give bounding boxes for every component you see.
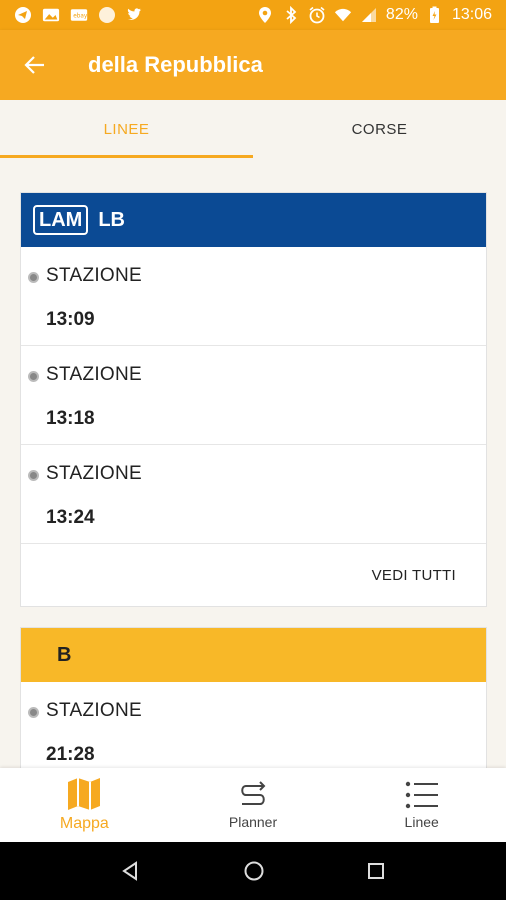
app-bar: della Repubblica	[0, 30, 506, 100]
line-header: LAM LB	[21, 193, 486, 247]
line-card-b: B STAZIONE 21:28	[20, 627, 487, 768]
image-icon	[42, 6, 60, 24]
stop-dot-icon	[28, 707, 39, 718]
line-header: B	[21, 628, 486, 682]
signal-icon	[360, 6, 378, 24]
nav-label: Mappa	[59, 815, 109, 832]
back-arrow-icon	[24, 56, 44, 74]
stop-dot-icon	[28, 272, 39, 283]
stop-dot-icon	[28, 470, 39, 481]
battery-percent: 82%	[385, 6, 418, 23]
line-code: B	[57, 643, 72, 666]
departure-time: 13:09	[46, 309, 95, 330]
departure-time: 13:18	[46, 408, 95, 429]
lam-badge: LAM	[33, 205, 89, 235]
departure-time: 21:28	[46, 744, 95, 765]
departure-time: 13:24	[46, 507, 95, 528]
nav-mappa[interactable]: Mappa	[0, 768, 169, 842]
clock: 13:06	[451, 6, 492, 23]
nav-planner[interactable]: Planner	[169, 768, 338, 842]
bottom-navigation: Mappa Planner Linee	[0, 768, 506, 842]
location-icon	[256, 6, 274, 24]
destination: STAZIONE	[46, 265, 142, 286]
wifi-icon	[334, 6, 352, 24]
bluetooth-icon	[282, 6, 300, 24]
system-navigation-bar	[0, 842, 506, 900]
tab-corse[interactable]: CORSE	[253, 100, 506, 158]
departure-row[interactable]: STAZIONE 13:24	[21, 445, 486, 544]
nav-label: Linee	[404, 814, 439, 830]
map-icon	[68, 778, 101, 810]
alarm-icon	[308, 6, 326, 24]
nav-linee[interactable]: Linee	[337, 768, 506, 842]
card-footer: VEDI TUTTI	[21, 544, 486, 606]
recents-square-icon[interactable]	[367, 862, 385, 880]
tab-bar: LINEE CORSE	[0, 100, 506, 158]
line-code: LB	[98, 208, 125, 231]
see-all-button[interactable]: VEDI TUTTI	[372, 567, 456, 584]
twitter-icon	[126, 6, 144, 24]
stop-lines-list[interactable]: LAM LB STAZIONE 13:09 STAZIONE 13:18 STA…	[0, 158, 506, 768]
destination: STAZIONE	[46, 364, 142, 385]
status-bar: ebay 82% 13:06	[0, 0, 506, 30]
destination: STAZIONE	[46, 463, 142, 484]
departure-row[interactable]: STAZIONE 21:28	[21, 682, 486, 768]
telegram-icon	[14, 6, 32, 24]
departure-row[interactable]: STAZIONE 13:09	[21, 247, 486, 346]
nav-label: Planner	[228, 814, 278, 830]
back-triangle-icon[interactable]	[121, 861, 141, 881]
back-button[interactable]	[0, 30, 70, 100]
svg-text:ebay: ebay	[73, 13, 88, 19]
line-card-lb: LAM LB STAZIONE 13:09 STAZIONE 13:18 STA…	[20, 192, 487, 607]
route-icon	[241, 781, 266, 805]
battery-charging-icon	[426, 6, 444, 24]
list-icon	[405, 781, 438, 809]
app-circle-icon	[98, 6, 116, 24]
ebay-icon: ebay	[70, 6, 88, 24]
stop-dot-icon	[28, 371, 39, 382]
departure-row[interactable]: STAZIONE 13:18	[21, 346, 486, 445]
tab-linee[interactable]: LINEE	[0, 100, 253, 158]
home-circle-icon[interactable]	[243, 860, 265, 882]
destination: STAZIONE	[46, 700, 142, 721]
page-title: della Repubblica	[88, 52, 263, 77]
